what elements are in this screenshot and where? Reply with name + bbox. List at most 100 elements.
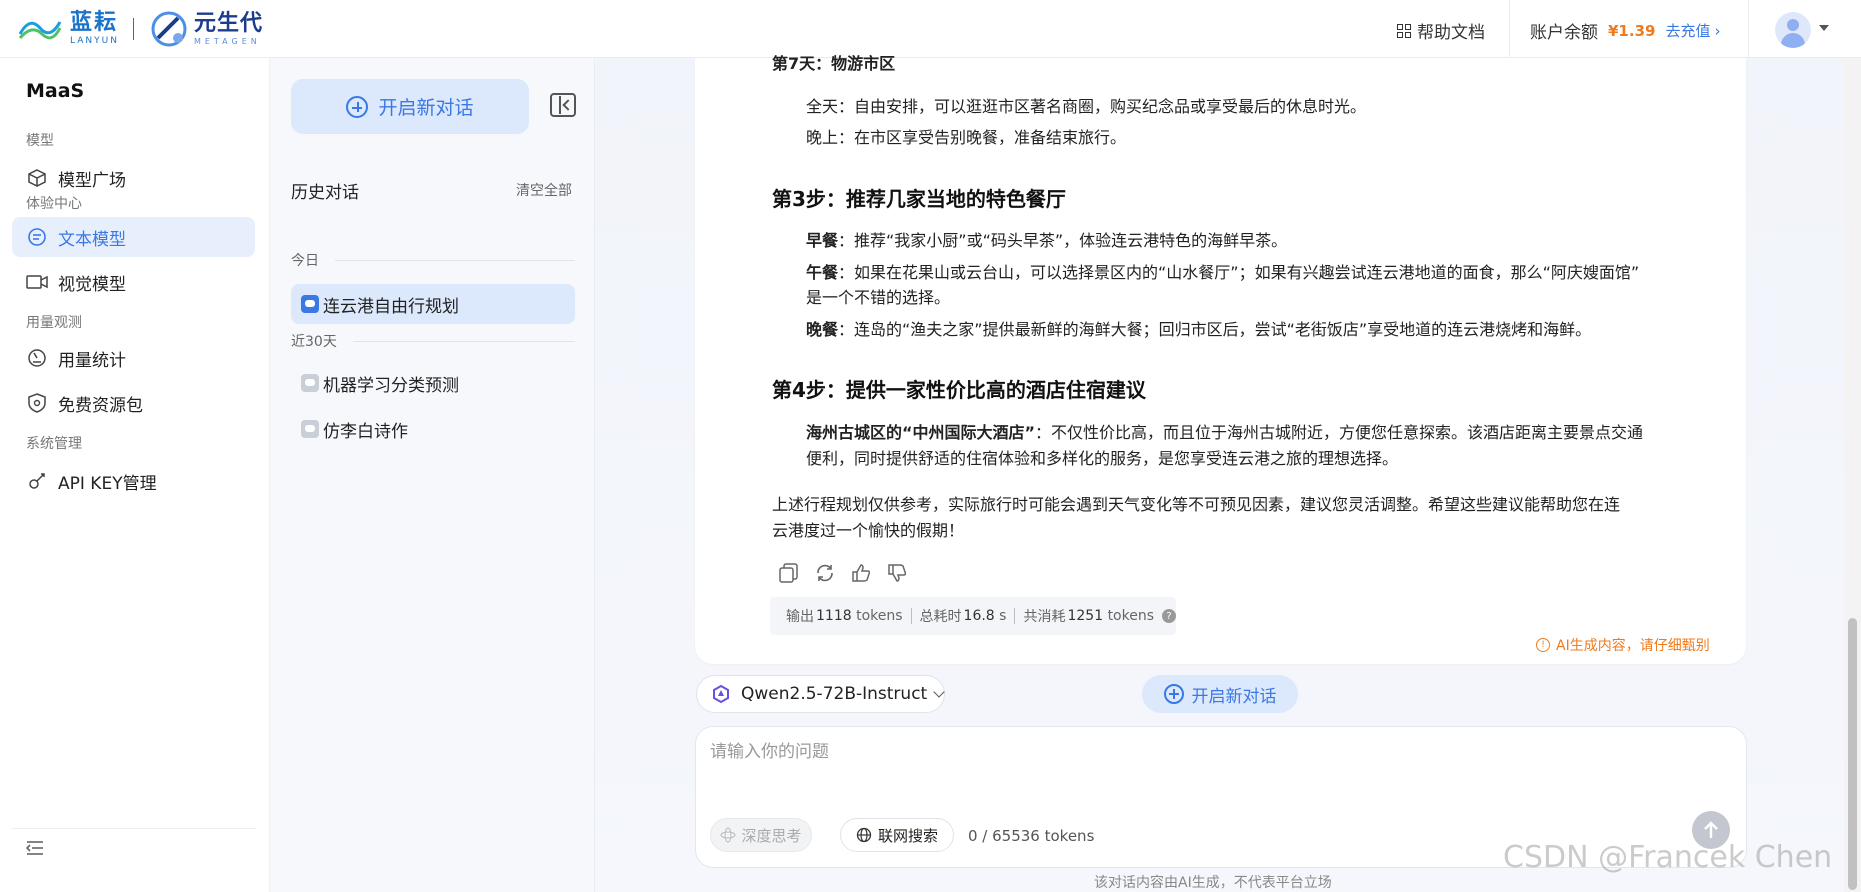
sidebar-item-text-model[interactable]: 文本模型	[12, 217, 255, 257]
recharge-link[interactable]: 去充值	[1665, 20, 1710, 41]
logo-divider	[132, 18, 134, 40]
message-line: 晚餐：连岛的“渔夫之家”提供最新鲜的海鲜大餐；回归市区后，尝试“老街饭店”享受地…	[806, 320, 1592, 339]
new-chat-button[interactable]: 开启新对话	[291, 79, 529, 134]
sidebar-item-label: 模型广场	[58, 170, 126, 191]
ai-disclaimer: 该对话内容由AI生成，不代表平台立场	[1094, 875, 1332, 891]
scrollbar-thumb[interactable]	[1848, 618, 1857, 890]
step3-heading: 第3步：推荐几家当地的特色餐厅	[772, 187, 1066, 211]
chevron-right-icon: ›	[1714, 21, 1721, 40]
lanyun-logo-icon	[18, 21, 62, 40]
page-scrollbar[interactable]	[1844, 58, 1861, 892]
sidebar-item-label: 视觉模型	[58, 274, 126, 295]
qwen-logo-icon	[713, 684, 729, 704]
logo-group[interactable]: 蓝耘 LANYUN 元生代 METAGEN	[16, 8, 263, 50]
help-docs-link[interactable]: 帮助文档	[1397, 18, 1485, 43]
history-item-label: 连云港自由行规划	[323, 296, 459, 317]
token-stats: 输出 1118 tokens 总耗时 16.8 s 共消耗 1251 tokens ?	[770, 597, 1177, 635]
caret-down-icon[interactable]	[1819, 25, 1829, 31]
sidebar-item-vision-model[interactable]: 视觉模型	[12, 262, 255, 302]
thumbs-down-icon[interactable]	[886, 562, 908, 584]
new-chat-label: 开启新对话	[1191, 686, 1277, 707]
arrow-up-icon	[1704, 821, 1718, 838]
chat-icon	[301, 374, 319, 392]
chat-icon	[301, 420, 319, 438]
history-panel: 开启新对话 历史对话 清空全部 今日 连云港自由行规划 近30天 机器学习分类预…	[271, 58, 595, 892]
metagen-logo-icon	[151, 11, 187, 47]
question-input[interactable]	[710, 737, 1710, 797]
key-icon	[26, 470, 48, 492]
message-actions	[778, 562, 908, 584]
model-name: Qwen2.5-72B-Instruct	[741, 684, 928, 704]
video-camera-icon	[26, 271, 48, 293]
sidebar-item-model-square[interactable]: 模型广场	[12, 158, 255, 198]
section-label: 近30天	[291, 334, 337, 350]
help-icon[interactable]: ?	[1162, 609, 1177, 623]
sidebar-item-label: 文本模型	[58, 229, 126, 250]
watermark: CSDN @Francek Chen	[1503, 840, 1833, 875]
web-search-button[interactable]: 联网搜索	[840, 818, 954, 852]
sidebar-item-free-resources[interactable]: 免费资源包	[12, 383, 255, 423]
sidebar-item-label: API KEY管理	[58, 473, 157, 494]
logo1-en: LANYUN	[70, 36, 119, 46]
history-item[interactable]: 机器学习分类预测	[291, 363, 575, 403]
header-divider	[1748, 0, 1749, 58]
cube-icon	[26, 167, 48, 189]
nav-brand: MaaS	[26, 80, 85, 102]
logo2-cn: 元生代	[193, 10, 263, 36]
nav-group-label: 体验中心	[26, 196, 82, 212]
plus-circle-icon	[346, 95, 369, 118]
shield-icon	[26, 392, 48, 414]
copy-icon[interactable]	[778, 562, 800, 584]
balance-amount: ¥1.39	[1608, 21, 1656, 40]
history-section-today: 今日	[291, 250, 575, 270]
grid-icon	[1397, 23, 1411, 38]
day7-heading: 第7天：物游市区	[772, 54, 896, 73]
plus-circle-icon	[1163, 684, 1184, 704]
step4-heading: 第4步：提供一家性价比高的酒店住宿建议	[772, 378, 1146, 402]
history-section-30days: 近30天	[291, 331, 575, 351]
sidebar-item-usage-stats[interactable]: 用量统计	[12, 338, 255, 378]
model-selector[interactable]: Qwen2.5-72B-Instruct	[696, 675, 945, 713]
token-counter: 0 / 65536 tokens	[968, 827, 1095, 845]
message-line: 早餐：推荐“我家小厨”或“码头早茶”，体验连云港特色的海鲜早茶。	[806, 231, 1288, 250]
ai-warning: ! AI生成内容，请仔细甄别	[1536, 635, 1710, 655]
chat-bubble-icon	[26, 226, 48, 248]
nav-divider	[12, 828, 256, 829]
balance-label: 账户余额	[1530, 23, 1598, 43]
history-item-label: 仿李白诗作	[323, 421, 408, 442]
message-line: 全天：自由安排，可以逛逛市区著名商圈，购买纪念品或享受最后的休息时光。	[806, 97, 1367, 116]
new-chat-label: 开启新对话	[378, 97, 474, 119]
account-balance: 账户余额 ¥1.39 去充值 ›	[1530, 18, 1721, 44]
user-avatar[interactable]	[1775, 12, 1811, 48]
nav-group-label: 模型	[26, 133, 54, 149]
section-label: 今日	[291, 253, 319, 269]
deep-think-button[interactable]: 深度思考	[710, 818, 812, 852]
thumbs-up-icon[interactable]	[850, 562, 872, 584]
chevron-down-icon	[933, 686, 945, 698]
message-line: 晚上：在市区享受告别晚餐，准备结束旅行。	[806, 128, 1127, 147]
main-sidebar: MaaS 模型 模型广场 体验中心 文本模型 视觉模型 用量观测 用量统计 免费…	[0, 58, 270, 892]
history-item-label: 机器学习分类预测	[323, 375, 459, 396]
history-item[interactable]: 仿李白诗作	[291, 409, 575, 449]
message-line: 便利，同时提供舒适的住宿体验和多样化的服务，是您享受连云港之旅的理想选择。	[806, 449, 1399, 468]
atom-icon	[720, 827, 736, 843]
message-line: 海州古城区的“中州国际大酒店”：不仅性价比高，而且位于海州古城附近，方便您任意探…	[806, 423, 1644, 442]
history-item[interactable]: 连云港自由行规划	[291, 284, 575, 324]
sidebar-item-label: 用量统计	[58, 350, 126, 371]
info-icon: !	[1536, 638, 1550, 652]
header-divider	[1509, 0, 1510, 58]
collapse-panel-icon[interactable]	[550, 93, 576, 117]
sidebar-item-label: 免费资源包	[58, 395, 143, 416]
new-chat-button-2[interactable]: 开启新对话	[1142, 675, 1298, 713]
message-line: 午餐：如果在花果山或云台山，可以选择景区内的“山水餐厅”；如果有兴趣尝试连云港地…	[806, 263, 1640, 282]
regenerate-icon[interactable]	[814, 562, 836, 584]
nav-group-label: 系统管理	[26, 436, 82, 452]
top-header: 蓝耘 LANYUN 元生代 METAGEN 帮助文档 账户余额 ¥1.39 去充…	[0, 0, 1861, 58]
sidebar-item-api-key[interactable]: API KEY管理	[12, 461, 255, 501]
nav-group-label: 用量观测	[26, 315, 82, 331]
clear-all-button[interactable]: 清空全部	[516, 180, 572, 200]
message-line: 云港度过一个愉快的假期！	[772, 521, 965, 540]
gauge-icon	[26, 347, 48, 369]
menu-collapse-icon[interactable]	[26, 840, 44, 856]
help-docs-label: 帮助文档	[1417, 23, 1485, 43]
